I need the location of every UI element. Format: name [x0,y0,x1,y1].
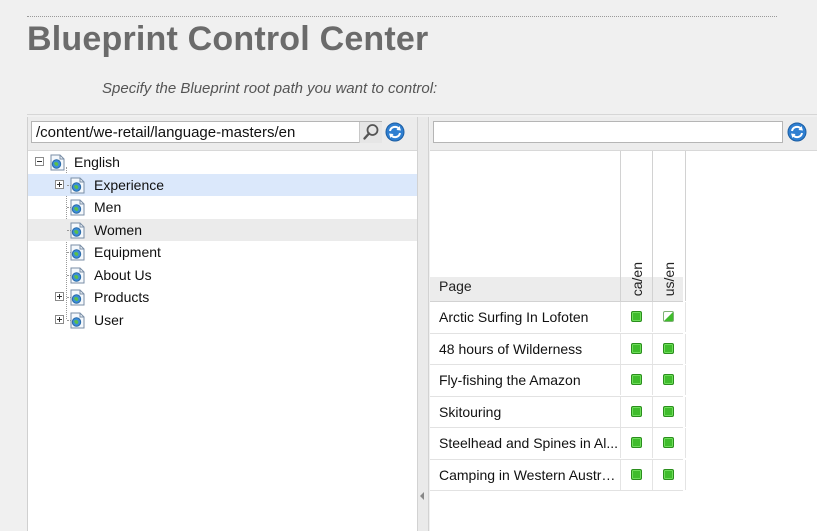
expand-toggle-icon[interactable] [55,314,64,324]
tree-node-root[interactable]: English [28,151,418,174]
tree-label: About Us [94,266,152,283]
table-row[interactable]: Skitouring [430,396,686,428]
tree-label: Products [94,289,150,305]
table-row[interactable]: 48 hours of Wilderness [430,333,686,365]
header-divider [27,114,817,115]
status-cell[interactable] [620,333,653,364]
status-cell[interactable] [620,428,653,458]
tree-node-about-us[interactable]: About Us [28,264,418,287]
tree-node-men[interactable]: Men [28,196,418,219]
synced-status-icon [663,437,674,448]
header-dotted-rule [27,16,777,17]
column-label: ca/en [629,261,645,296]
page-title: Blueprint Control Center [27,20,429,58]
search-button[interactable] [359,122,382,143]
page-icon [50,154,65,171]
tree-label: Men [94,199,122,215]
page-subtitle: Specify the Blueprint root path you want… [102,80,438,97]
status-cell[interactable] [652,333,686,364]
page-icon [70,199,85,216]
row-page-name: Steelhead and Spines in Al... [439,435,619,451]
table-row[interactable]: Arctic Surfing In Lofoten [430,302,686,334]
table-row[interactable]: Steelhead and Spines in Al... [430,428,686,460]
status-cell[interactable] [652,396,686,427]
filter-toolbar [430,117,817,151]
synced-status-icon [631,374,642,385]
status-cell[interactable] [652,459,686,490]
synced-status-icon [663,468,674,480]
status-cell[interactable] [652,365,686,395]
expand-toggle-icon[interactable] [55,179,64,189]
row-page-name: Arctic Surfing In Lofoten [439,309,589,325]
table-row[interactable]: Fly-fishing the Amazon [430,365,686,397]
grid-header: Page ca/en us/en [430,151,686,302]
synced-status-icon [631,468,642,480]
grid-refresh-button[interactable] [786,121,808,143]
page-icon [70,312,85,328]
synced-status-icon [631,405,642,417]
synced-status-icon [663,374,674,385]
status-cell[interactable] [620,365,653,395]
column-label: us/en [661,261,677,296]
collapse-toggle-icon[interactable] [35,157,44,166]
livecopy-status-panel: Page ca/en us/en Arctic Surfing In Lofot… [430,117,817,531]
panel-splitter[interactable] [417,117,429,531]
synced-status-icon [663,342,674,354]
refresh-icon [385,122,405,142]
tree-node-women[interactable]: Women [28,218,418,241]
livecopy-grid: Page ca/en us/en Arctic Surfing In Lofot… [430,151,686,491]
tree-label: Experience [94,176,165,193]
column-header-ca-en[interactable]: ca/en [620,151,653,301]
column-header-page[interactable]: Page [439,278,472,294]
path-toolbar: /content/we-retail/language-masters/en [28,117,418,151]
status-cell[interactable] [620,396,653,427]
tree-node-products[interactable]: Products [28,286,418,309]
row-page-name: 48 hours of Wilderness [439,340,583,357]
partial-status-icon [663,311,674,322]
row-page-name: Camping in Western Austra... [439,466,619,483]
synced-status-icon [631,437,642,448]
synced-status-icon [631,311,642,322]
synced-status-icon [631,342,642,354]
page-icon [70,267,85,283]
status-cell[interactable] [652,428,686,458]
blueprint-tree-panel: /content/we-retail/language-masters/en E… [27,117,418,531]
expand-toggle-icon[interactable] [55,292,64,301]
tree-label: Equipment [94,244,161,260]
status-cell[interactable] [652,302,686,332]
column-header-us-en[interactable]: us/en [652,151,686,301]
page-icon [70,289,85,306]
magnifier-icon [363,124,379,140]
table-row[interactable]: Camping in Western Austra... [430,459,686,491]
blueprint-path-input[interactable]: /content/we-retail/language-masters/en [31,121,382,143]
page-icon [70,244,85,261]
row-page-name: Fly-fishing the Amazon [439,372,581,388]
tree-label: English [74,154,120,170]
page-tree: English Experience Men Women Equipment A… [28,151,418,331]
refresh-icon [787,122,807,142]
tree-label: User [94,311,124,328]
page-icon [70,222,85,238]
status-cell[interactable] [620,459,653,490]
tree-node-user[interactable]: User [28,309,418,332]
tree-node-equipment[interactable]: Equipment [28,241,418,264]
tree-node-experience[interactable]: Experience [28,173,418,196]
tree-label: Women [94,221,142,238]
collapse-arrow-icon[interactable] [420,492,424,500]
tree-refresh-button[interactable] [384,121,406,143]
row-page-name: Skitouring [439,403,502,420]
status-cell[interactable] [620,302,653,332]
page-icon [70,177,85,193]
filter-input[interactable] [433,121,783,143]
synced-status-icon [663,405,674,417]
